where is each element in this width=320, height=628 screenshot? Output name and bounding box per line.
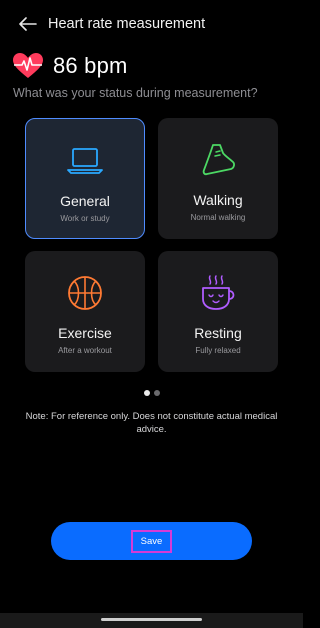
status-card-label: General [60, 193, 110, 209]
heart-rate-readout: 86 bpm [12, 52, 128, 80]
status-card-walking[interactable]: Walking Normal walking [158, 118, 278, 239]
shoe-icon [202, 144, 235, 176]
page-indicator [144, 390, 160, 396]
page-title: Heart rate measurement [48, 16, 206, 32]
status-card-exercise[interactable]: Exercise After a workout [25, 251, 145, 372]
status-card-sub: After a workout [58, 346, 112, 355]
home-indicator-bar[interactable] [101, 618, 202, 621]
back-arrow-icon [19, 17, 37, 31]
status-card-general[interactable]: General Work or study [25, 118, 145, 239]
page-dot-active[interactable] [144, 390, 150, 396]
back-button[interactable] [8, 8, 48, 40]
disclaimer-note: Note: For reference only. Does not const… [25, 411, 278, 435]
page-dot[interactable] [154, 390, 160, 396]
coffee-cup-icon [202, 275, 235, 310]
save-button-label: Save [130, 529, 173, 553]
status-card-sub: Normal walking [190, 213, 246, 222]
status-question: What was your status during measurement? [13, 86, 258, 100]
status-card-label: Resting [194, 325, 242, 341]
status-card-label: Exercise [58, 325, 112, 341]
laptop-icon [67, 148, 103, 174]
save-button[interactable]: Save [51, 522, 252, 560]
status-card-label: Walking [193, 192, 243, 208]
status-card-resting[interactable]: Resting Fully relaxed [158, 251, 278, 372]
status-card-sub: Work or study [60, 214, 110, 223]
top-bar: Heart rate measurement [0, 8, 303, 40]
bpm-value: 86 bpm [53, 53, 128, 78]
status-card-sub: Fully relaxed [195, 346, 241, 355]
heart-rate-icon [13, 53, 43, 78]
basketball-icon [68, 276, 102, 310]
